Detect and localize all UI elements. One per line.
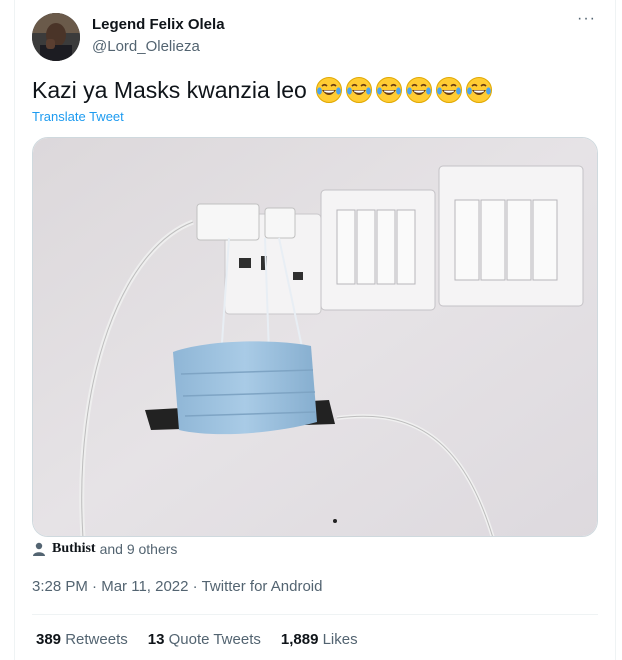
likes-label: Likes [322, 631, 358, 648]
meta-separator: · [92, 578, 98, 595]
tweet-photo[interactable] [32, 137, 598, 537]
laughing-emoji-icon [316, 77, 343, 103]
tweet-body: Kazi ya Masks kwanzia leo [32, 77, 307, 103]
translate-tweet-link[interactable]: Translate Tweet [32, 109, 124, 124]
meta-separator: · [192, 578, 198, 595]
liked-by-rest[interactable]: and 9 others [100, 541, 178, 557]
laughing-emoji-icon [436, 77, 463, 103]
author-avatar[interactable] [32, 13, 80, 61]
tweet-stats: 389 Retweets 13 Quote Tweets 1,889 Likes [36, 631, 358, 648]
tweet-source[interactable]: Twitter for Android [202, 578, 323, 595]
divider [32, 614, 598, 615]
tweet-meta: 3:28 PM · Mar 11, 2022 · Twitter for And… [32, 578, 322, 595]
tweet-text: Kazi ya Masks kwanzia leo [32, 75, 493, 105]
more-dots-icon[interactable]: ··· [577, 10, 596, 28]
retweets-count: 389 [36, 631, 62, 648]
quote-tweets-label: Quote Tweets [168, 631, 261, 648]
tweet-date[interactable]: Mar 11, 2022 [101, 578, 188, 595]
laughing-emoji-icon [376, 77, 403, 103]
laughing-emoji-icon [406, 77, 433, 103]
person-icon [33, 542, 45, 556]
likes-stat[interactable]: 1,889 Likes [281, 631, 358, 648]
liked-by-name[interactable]: Buthist [52, 541, 96, 557]
tweet-time[interactable]: 3:28 PM [32, 578, 88, 595]
emoji-row [313, 77, 493, 103]
laughing-emoji-icon [466, 77, 493, 103]
retweets-label: Retweets [65, 631, 128, 648]
quote-tweets-stat[interactable]: 13 Quote Tweets [148, 631, 261, 648]
likes-count: 1,889 [280, 631, 319, 648]
photo-illustration [33, 138, 597, 536]
author-name[interactable]: Legend Felix Olela [92, 16, 225, 33]
quote-tweets-count: 13 [147, 631, 165, 648]
author-handle[interactable]: @Lord_Olelieza [92, 38, 200, 55]
liked-by-row: Buthist and 9 others [32, 541, 177, 557]
laughing-emoji-icon [346, 77, 373, 103]
retweets-stat[interactable]: 389 Retweets [36, 631, 128, 648]
